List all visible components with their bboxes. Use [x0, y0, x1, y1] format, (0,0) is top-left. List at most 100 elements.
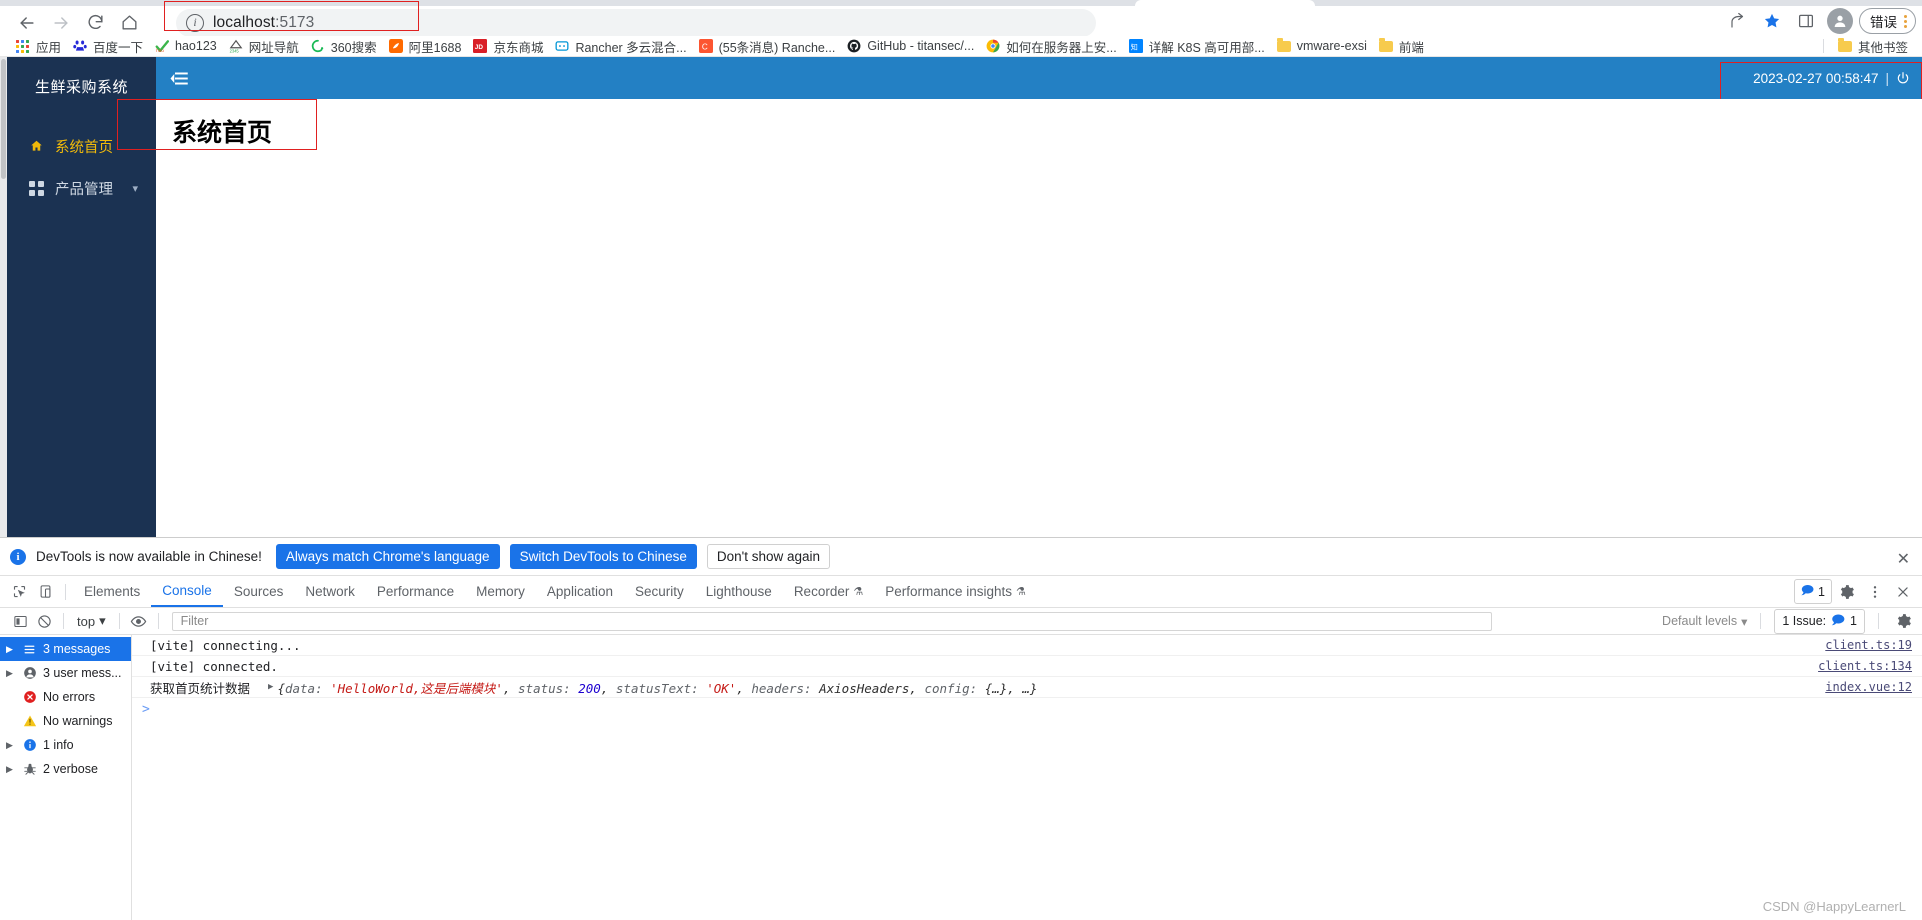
side-panel-icon[interactable]	[1791, 6, 1821, 36]
other-bookmarks-label: 其他书签	[1857, 40, 1908, 55]
360-search-icon	[311, 39, 324, 53]
bookmark-label: GitHub - titansec/...	[867, 39, 975, 53]
console-sidebar-item-errors[interactable]: No errors	[0, 685, 131, 709]
dont-show-again-button[interactable]: Don't show again	[706, 544, 831, 569]
tab-performance-insights[interactable]: Performance insights ⚗	[874, 576, 1037, 607]
expand-triangle-icon[interactable]: ▶	[6, 764, 16, 775]
bookmark-folder-vmware[interactable]: vmware-exsi	[1271, 36, 1373, 56]
tab-network[interactable]: Network	[294, 576, 366, 607]
other-bookmarks-folder[interactable]: 其他书签	[1832, 36, 1914, 56]
bookmark-folder-frontend[interactable]: 前端	[1373, 36, 1430, 56]
page-scrollbar[interactable]	[0, 57, 7, 537]
issues-badge[interactable]: 🗩 1	[1793, 579, 1832, 604]
bookmark-jd[interactable]: JD 京东商城	[467, 36, 549, 56]
tab-application[interactable]: Application	[536, 576, 624, 607]
bookmark-rancher[interactable]: Rancher 多云混合...	[549, 36, 692, 56]
expand-triangle-icon[interactable]: ▶	[6, 740, 16, 751]
bookmark-github[interactable]: GitHub - titansec/...	[841, 36, 980, 56]
home-icon[interactable]	[112, 8, 146, 38]
console-context-selector[interactable]: top ▾	[71, 613, 112, 629]
console-sidebar-item-info[interactable]: ▶ 1 info	[0, 733, 131, 757]
console-sidebar-item-messages[interactable]: ▶ 3 messages	[0, 637, 131, 661]
power-icon[interactable]	[1896, 71, 1910, 85]
console-sidebar-item-user-messages[interactable]: ▶ 3 user mess...	[0, 661, 131, 685]
console-object-preview[interactable]: ▶ {data: 'HelloWorld,这是后端模块', status: 20…	[268, 678, 1037, 697]
svg-text:JD: JD	[475, 44, 484, 51]
csdn-icon: C	[698, 39, 713, 53]
close-icon[interactable]: ✕	[1897, 549, 1910, 569]
bookmark-server-install[interactable]: 如何在服务器上安...	[980, 36, 1122, 56]
collapse-menu-icon[interactable]	[170, 71, 189, 86]
console-message-source[interactable]: index.vue:12	[1825, 680, 1912, 694]
bookmark-zhihu-k8s[interactable]: 知 详解 K8S 高可用部...	[1123, 36, 1271, 56]
sidebar-item-home[interactable]: 系统首页	[7, 125, 156, 167]
object-preview-token: ,	[909, 680, 925, 696]
bookmark-label: 360搜索	[330, 40, 377, 55]
back-icon[interactable]	[10, 8, 44, 38]
console-issues-chip[interactable]: 1 Issue: 🗩 1	[1774, 608, 1865, 634]
console-message[interactable]: [vite] connecting... client.ts:19	[132, 635, 1922, 656]
site-info-icon[interactable]: i	[186, 13, 204, 32]
scrollbar-thumb[interactable]	[1, 59, 6, 179]
bookmark-wangzhidaohang[interactable]: 2345 网址导航	[223, 36, 305, 56]
bookmark-alibaba1688[interactable]: 阿里1688	[383, 36, 468, 56]
sidebar-item-product-management[interactable]: 产品管理 ▾	[7, 167, 156, 209]
inspect-element-icon[interactable]	[6, 579, 32, 605]
three-dot-menu-icon[interactable]	[1862, 579, 1888, 605]
console-sidebar-icon[interactable]	[8, 610, 32, 632]
bookmark-hao123[interactable]: hao hao123	[149, 36, 223, 56]
tab-memory[interactable]: Memory	[465, 576, 536, 607]
prompt-caret-icon: >	[142, 701, 150, 717]
tab-recorder[interactable]: Recorder ⚗	[783, 576, 874, 607]
console-message[interactable]: [vite] connected. client.ts:134	[132, 656, 1922, 677]
expand-triangle-icon[interactable]: ▶	[6, 668, 16, 679]
expand-triangle-icon[interactable]: ▶	[268, 682, 273, 692]
console-sidebar-item-verbose[interactable]: ▶ 2 verbose	[0, 757, 131, 781]
gear-icon[interactable]	[1834, 579, 1860, 605]
forward-icon[interactable]	[44, 8, 78, 38]
close-icon[interactable]	[1890, 579, 1916, 605]
tab-performance[interactable]: Performance	[366, 576, 465, 607]
beaker-icon: ⚗	[853, 586, 864, 598]
reload-icon[interactable]	[78, 8, 112, 38]
object-preview-token: ,	[600, 680, 616, 696]
console-message[interactable]: 获取首页统计数据 ▶ {data: 'HelloWorld,这是后端模块', s…	[132, 677, 1922, 698]
bookmark-360search[interactable]: 360搜索	[305, 36, 383, 56]
object-preview-token: 200	[578, 680, 601, 696]
console-prompt[interactable]: >	[132, 698, 1922, 720]
share-icon[interactable]	[1723, 6, 1753, 36]
console-message-source[interactable]: client.ts:19	[1825, 638, 1912, 652]
bookmark-label: Rancher 多云混合...	[575, 40, 687, 55]
clear-console-icon[interactable]	[32, 610, 56, 632]
console-message-list: [vite] connecting... client.ts:19 [vite]…	[132, 635, 1922, 920]
bookmark-apps[interactable]: 应用	[10, 36, 67, 56]
console-filter-box[interactable]	[171, 611, 1492, 631]
tab-security[interactable]: Security	[624, 576, 695, 607]
object-preview-token: status:	[518, 680, 579, 696]
always-match-language-button[interactable]: Always match Chrome's language	[275, 544, 500, 569]
tab-sources[interactable]: Sources	[223, 576, 295, 607]
console-toolbar-right: Default levels ▾ 1 Issue: 🗩 1	[1662, 608, 1916, 634]
star-icon[interactable]	[1757, 6, 1787, 36]
gear-icon[interactable]	[1892, 610, 1916, 632]
switch-to-chinese-button[interactable]: Switch DevTools to Chinese	[509, 544, 697, 569]
error-button[interactable]: 错误	[1859, 8, 1916, 34]
address-bar[interactable]: i localhost:5173	[176, 8, 1096, 37]
device-toolbar-icon[interactable]	[32, 579, 58, 605]
bookmark-csdn[interactable]: C (55条消息) Ranche...	[693, 36, 842, 56]
expand-triangle-icon[interactable]: ▶	[6, 644, 16, 655]
console-message-source[interactable]: client.ts:134	[1818, 659, 1912, 673]
console-sidebar-item-label: 3 messages	[43, 642, 111, 656]
live-expression-icon[interactable]	[127, 610, 151, 632]
tab-console[interactable]: Console	[151, 576, 223, 607]
console-filter-input[interactable]	[178, 613, 1491, 629]
profile-avatar-icon[interactable]	[1827, 8, 1853, 34]
tab-elements[interactable]: Elements	[73, 576, 151, 607]
header-right: 2023-02-27 00:58:47 |	[1753, 71, 1910, 86]
tab-lighthouse[interactable]: Lighthouse	[695, 576, 783, 607]
bookmark-baidu[interactable]: 百度一下	[67, 36, 149, 56]
console-sidebar-item-warnings[interactable]: No warnings	[0, 709, 131, 733]
three-dot-menu-icon[interactable]	[1900, 14, 1911, 28]
log-levels-selector[interactable]: Default levels ▾	[1662, 614, 1747, 629]
bookmark-label: 前端	[1398, 40, 1424, 55]
